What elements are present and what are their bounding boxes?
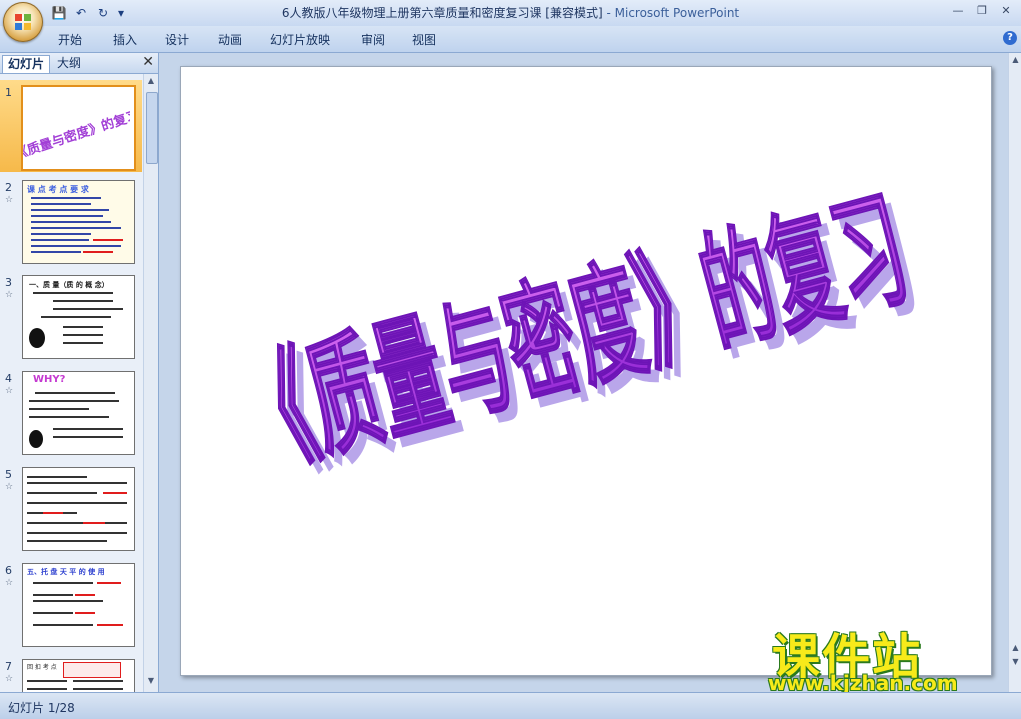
- slide-canvas[interactable]: 《质量与密度》的复习 《质量与密度》的复习: [180, 66, 992, 676]
- slide-counter: 幻灯片 1/28: [8, 701, 75, 715]
- prev-slide-icon[interactable]: ▲: [1009, 643, 1021, 652]
- animation-icon: ☆: [5, 290, 14, 300]
- thumbnail-row-4[interactable]: 4 ☆ WHY?: [0, 366, 142, 458]
- tab-review[interactable]: 审阅: [361, 31, 385, 48]
- slide-thumbnail-1[interactable]: 《质量与密度》的复习: [21, 85, 136, 171]
- slide-title: 《质量与密度》的复习: [227, 174, 923, 495]
- thumbnail-row-5[interactable]: 5 ☆: [0, 462, 142, 554]
- thumbnail-number: 7: [5, 660, 12, 673]
- slide-thumbnail-2[interactable]: 课 点 考 点 要 求: [22, 180, 135, 264]
- thumbnail-title-art: 《质量与密度》的复习: [23, 107, 134, 162]
- ribbon-tabs: 开始 插入 设计 动画 幻灯片放映 审阅 视图 ?: [0, 26, 1021, 53]
- status-bar: 幻灯片 1/28: [0, 692, 1021, 719]
- kjzhan-watermark: 课件站 www.kjzhan.com: [768, 617, 1008, 697]
- thumbnail-number: 6: [5, 564, 12, 577]
- tab-home[interactable]: 开始: [58, 31, 82, 48]
- help-icon[interactable]: ?: [1003, 31, 1017, 45]
- thumbnail-heading: 课 点 考 点 要 求: [27, 185, 89, 194]
- tab-view[interactable]: 视图: [412, 31, 436, 48]
- thumbnail-list: 1 《质量与密度》的复习 2 ☆ 课 点 考 点 要 求 3 ☆ 一、质 量（质…: [0, 74, 142, 692]
- animation-icon: ☆: [5, 195, 14, 205]
- animation-icon: ☆: [5, 482, 14, 492]
- slide-title-wordart[interactable]: 《质量与密度》的复习 《质量与密度》的复习: [181, 67, 991, 675]
- scroll-up-icon[interactable]: ▲: [144, 76, 158, 90]
- tab-insert[interactable]: 插入: [113, 31, 137, 48]
- scroll-thumb[interactable]: [146, 92, 158, 164]
- thumbnail-row-6[interactable]: 6 ☆ 五、托 盘 天 平 的 使 用: [0, 558, 142, 650]
- animation-icon: ☆: [5, 674, 14, 684]
- scroll-up-icon[interactable]: ▲: [1009, 55, 1021, 64]
- tab-slide-show[interactable]: 幻灯片放映: [270, 31, 330, 48]
- thumbnail-number: 1: [5, 86, 12, 99]
- thumbnail-number: 5: [5, 468, 12, 481]
- thumbnail-row-7[interactable]: 7 ☆ 回 扣 考 点: [0, 654, 142, 692]
- tab-design[interactable]: 设计: [165, 31, 189, 48]
- office-button[interactable]: [3, 2, 43, 42]
- animation-icon: ☆: [5, 386, 14, 396]
- thumbnail-heading: 五、托 盘 天 平 的 使 用: [27, 568, 105, 576]
- mickey-icon: [29, 430, 43, 448]
- thumbnail-scrollbar[interactable]: ▲ ▼: [143, 74, 158, 692]
- editor-scrollbar[interactable]: ▲ ▲ ▼: [1008, 53, 1021, 692]
- scroll-down-icon[interactable]: ▼: [144, 676, 158, 690]
- slide-thumbnail-3[interactable]: 一、质 量（质 的 概 念）: [22, 275, 135, 359]
- tab-slides[interactable]: 幻灯片: [2, 55, 51, 73]
- thumbnail-row-3[interactable]: 3 ☆ 一、质 量（质 的 概 念）: [0, 270, 142, 362]
- thumbnail-number: 3: [5, 276, 12, 289]
- thumbnail-row-2[interactable]: 2 ☆ 课 点 考 点 要 求: [0, 175, 142, 267]
- minimize-button[interactable]: —: [947, 2, 969, 20]
- thumbnail-heading: WHY?: [33, 374, 66, 385]
- slides-pane: 幻灯片 大纲 ✕ 1 《质量与密度》的复习 2 ☆ 课 点 考 点 要 求 3 …: [0, 53, 159, 692]
- slide-thumbnail-7[interactable]: 回 扣 考 点: [22, 659, 135, 692]
- close-pane-icon[interactable]: ✕: [142, 54, 154, 70]
- thumbnail-number: 2: [5, 181, 12, 194]
- slide-editor: 《质量与密度》的复习 《质量与密度》的复习: [159, 53, 1008, 692]
- animation-icon: ☆: [5, 578, 14, 588]
- thumbnail-heading: 回 扣 考 点: [27, 664, 57, 671]
- window-controls: — ❐ ✕: [947, 2, 1017, 20]
- tab-outline[interactable]: 大纲: [52, 55, 86, 72]
- thumbnail-heading: 一、质 量（质 的 概 念）: [29, 281, 109, 289]
- slide-thumbnail-4[interactable]: WHY?: [22, 371, 135, 455]
- thumbnail-row-1[interactable]: 1 《质量与密度》的复习: [0, 80, 142, 172]
- restore-button[interactable]: ❐: [971, 2, 993, 20]
- thumbnail-title: 《质量与密度》的复习: [23, 107, 130, 162]
- office-logo-icon: [15, 14, 31, 30]
- slide-thumbnail-6[interactable]: 五、托 盘 天 平 的 使 用: [22, 563, 135, 647]
- tab-animations[interactable]: 动画: [218, 31, 242, 48]
- thumbnail-number: 4: [5, 372, 12, 385]
- slide-thumbnail-5[interactable]: [22, 467, 135, 551]
- next-slide-icon[interactable]: ▼: [1009, 657, 1021, 666]
- close-button[interactable]: ✕: [995, 2, 1017, 20]
- title-bar: 💾 ↶ ↻ ▾ 6人教版八年级物理上册第六章质量和密度复习课 [兼容模式] - …: [0, 0, 1021, 26]
- pane-tabs: 幻灯片 大纲 ✕: [0, 53, 158, 74]
- mickey-icon: [29, 328, 45, 348]
- window-title: 6人教版八年级物理上册第六章质量和密度复习课 [兼容模式] - Microsof…: [281, 6, 740, 20]
